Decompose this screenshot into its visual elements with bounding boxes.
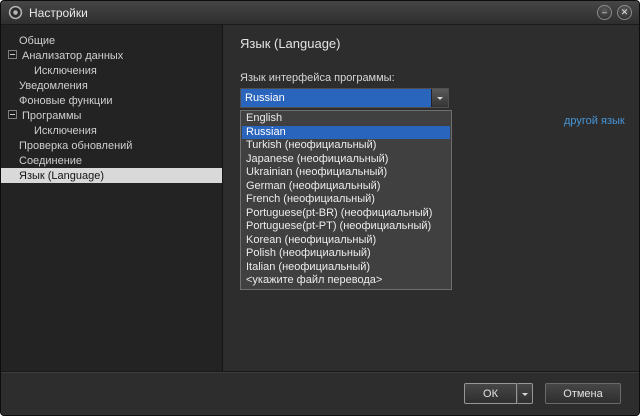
language-combobox[interactable]: Russian (240, 88, 449, 108)
footer-bar: ОК Отмена (1, 371, 639, 415)
sidebar-item[interactable]: Исключения (1, 63, 222, 78)
close-button[interactable]: ✕ (617, 5, 632, 20)
sidebar-item[interactable]: Общие (1, 33, 222, 48)
minimize-button[interactable]: – (597, 5, 612, 20)
language-settings-panel: Язык (Language) Язык интерфейса программ… (223, 25, 639, 371)
dropdown-item[interactable]: Turkish (неофициальный) (242, 139, 450, 153)
dropdown-item[interactable]: Korean (неофициальный) (242, 234, 450, 248)
dropdown-item[interactable]: Portuguese(pt-PT) (неофициальный) (242, 220, 450, 234)
titlebar[interactable]: Настройки – ✕ (1, 1, 639, 25)
sidebar-item-label: Фоновые функции (1, 95, 113, 107)
sidebar-item[interactable]: Уведомления (1, 78, 222, 93)
app-logo-icon (8, 5, 23, 20)
sidebar-item[interactable]: Программы (1, 108, 222, 123)
sidebar-item[interactable]: Язык (Language) (1, 168, 222, 183)
sidebar-item-label: Уведомления (1, 80, 88, 92)
dropdown-item[interactable]: Polish (неофициальный) (242, 247, 450, 261)
cancel-button[interactable]: Отмена (545, 383, 621, 404)
translate-help-link[interactable]: другой язык (564, 115, 625, 127)
sidebar-item[interactable]: Фоновые функции (1, 93, 222, 108)
sidebar-item-label: Исключения (1, 125, 97, 137)
sidebar-item[interactable]: Исключения (1, 123, 222, 138)
window-controls: – ✕ (597, 5, 632, 20)
settings-window: Настройки – ✕ Общие Анализатор данных Искл… (0, 0, 640, 416)
sidebar-item-label: Соединение (1, 155, 82, 167)
combobox-value: Russian (241, 89, 431, 107)
window-title: Настройки (29, 6, 88, 20)
language-dropdown-list: EnglishRussianTurkish (неофициальный)Jap… (240, 110, 452, 290)
page-title: Язык (Language) (240, 36, 341, 51)
dropdown-item[interactable]: Japanese (неофициальный) (242, 153, 450, 167)
dropdown-item[interactable]: English (242, 112, 450, 126)
dropdown-item[interactable]: Portuguese(pt-BR) (неофициальный) (242, 207, 450, 221)
collapse-minus-icon[interactable] (8, 110, 17, 119)
sidebar-item[interactable]: Проверка обновлений (1, 138, 222, 153)
ok-button[interactable]: ОК (464, 383, 517, 404)
sidebar-item-label: Проверка обновлений (1, 140, 132, 152)
sidebar-item-label: Исключения (1, 65, 97, 77)
ok-split-button: ОК (464, 383, 533, 404)
dropdown-item[interactable]: German (неофициальный) (242, 180, 450, 194)
dropdown-item[interactable]: Ukrainian (неофициальный) (242, 166, 450, 180)
dropdown-item[interactable]: Russian (242, 126, 450, 140)
collapse-minus-icon[interactable] (8, 50, 17, 59)
ok-dropdown-arrow-icon[interactable] (517, 383, 533, 404)
dropdown-item[interactable]: Italian (неофициальный) (242, 261, 450, 275)
sidebar-item[interactable]: Соединение (1, 153, 222, 168)
interface-language-label: Язык интерфейса программы: (240, 72, 395, 84)
sidebar-item-label: Язык (Language) (1, 170, 104, 182)
dropdown-item[interactable]: <укажите файл перевода> (242, 274, 450, 288)
sidebar-item-label: Анализатор данных (1, 50, 123, 62)
chevron-down-icon[interactable] (431, 89, 448, 107)
settings-nav: Общие Анализатор данных Исключения Уведомле… (1, 25, 223, 371)
dropdown-item[interactable]: French (неофициальный) (242, 193, 450, 207)
content-area: Общие Анализатор данных Исключения Уведомле… (1, 25, 639, 371)
sidebar-item-label: Общие (1, 35, 55, 47)
sidebar-item[interactable]: Анализатор данных (1, 48, 222, 63)
